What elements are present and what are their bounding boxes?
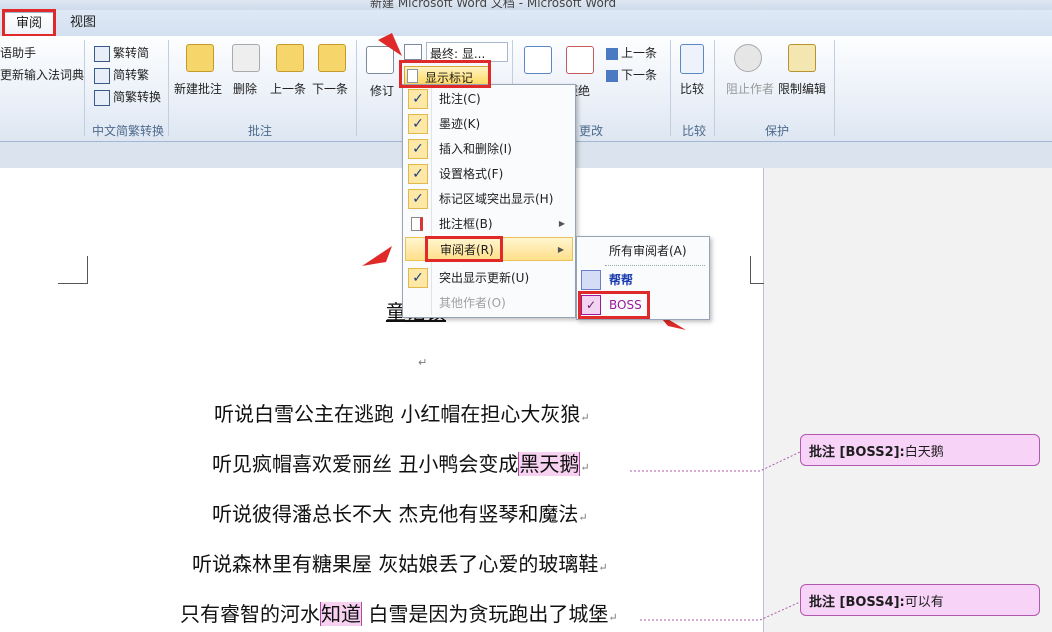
menu-item-highlight-updates[interactable]: ✓ 突出显示更新(U) [405, 266, 573, 290]
check-icon: ✓ [581, 295, 601, 315]
comment-connector [630, 451, 801, 472]
menu-item-label: 批注框(B) [439, 217, 493, 231]
menu-item-ink[interactable]: ✓ 墨迹(K) [405, 112, 573, 136]
menu-item-label: 所有审阅者(A) [609, 244, 687, 258]
menu-item-label: 标记区域突出显示(H) [439, 192, 554, 206]
menu-item-insertions-deletions[interactable]: ✓ 插入和删除(I) [405, 137, 573, 161]
arrow-pointer [362, 246, 392, 266]
comment-balloon-1[interactable]: 批注 [BOSS2]:白天鹅 [800, 434, 1040, 466]
menu-item-label: 帮帮 [609, 273, 634, 287]
menu-item-formatting[interactable]: ✓ 设置格式(F) [405, 162, 573, 186]
comment-balloon-2[interactable]: 批注 [BOSS4]:可以有 [800, 584, 1040, 616]
check-icon: ✓ [408, 189, 428, 209]
menu-item-label: 其他作者(O) [439, 296, 506, 310]
comment-text: 可以有 [904, 595, 944, 610]
menu-item-reviewer-bangbang[interactable]: 帮帮 [579, 268, 707, 292]
menu-item-label: 插入和删除(I) [439, 142, 512, 156]
menu-item-reviewer-boss[interactable]: ✓ BOSS [579, 293, 707, 317]
comment-connector [640, 601, 801, 621]
menu-item-all-reviewers[interactable]: 所有审阅者(A) [579, 239, 707, 263]
submenu-arrow-icon: ▶ [558, 219, 565, 228]
menu-item-label: 墨迹(K) [439, 117, 481, 131]
comment-text: 白天鹅 [904, 445, 944, 460]
reviewer-color-swatch [581, 270, 601, 290]
check-icon: ✓ [408, 114, 428, 134]
menu-item-balloons[interactable]: 批注框(B) ▶ [405, 212, 573, 236]
menu-item-other-authors: 其他作者(O) [405, 291, 573, 315]
reviewers-submenu: 所有审阅者(A) 帮帮 ✓ BOSS [576, 236, 710, 320]
comment-label: 批注 [BOSS2]: [809, 445, 905, 460]
menu-item-markup-highlight[interactable]: ✓ 标记区域突出显示(H) [405, 187, 573, 211]
menu-item-label: BOSS [609, 298, 642, 312]
comment-label: 批注 [BOSS4]: [809, 595, 905, 610]
menu-separator [605, 265, 705, 266]
check-icon: ✓ [408, 139, 428, 159]
menu-item-label: 设置格式(F) [439, 167, 504, 181]
check-icon: ✓ [408, 164, 428, 184]
balloon-icon [411, 217, 423, 231]
menu-item-label: 审阅者(R) [440, 243, 494, 257]
arrow-pointer [378, 33, 402, 56]
menu-item-comments[interactable]: ✓ 批注(C) [405, 87, 573, 111]
menu-item-label: 突出显示更新(U) [439, 271, 530, 285]
check-icon: ✓ [408, 268, 428, 288]
menu-item-reviewers[interactable]: 审阅者(R) ▶ [405, 237, 573, 261]
menu-item-label: 批注(C) [439, 92, 481, 106]
submenu-arrow-icon: ▶ [557, 245, 564, 254]
check-icon: ✓ [408, 89, 428, 109]
show-markup-menu: ✓ 批注(C) ✓ 墨迹(K) ✓ 插入和删除(I) ✓ 设置格式(F) ✓ 标记区域突出… [402, 84, 576, 318]
